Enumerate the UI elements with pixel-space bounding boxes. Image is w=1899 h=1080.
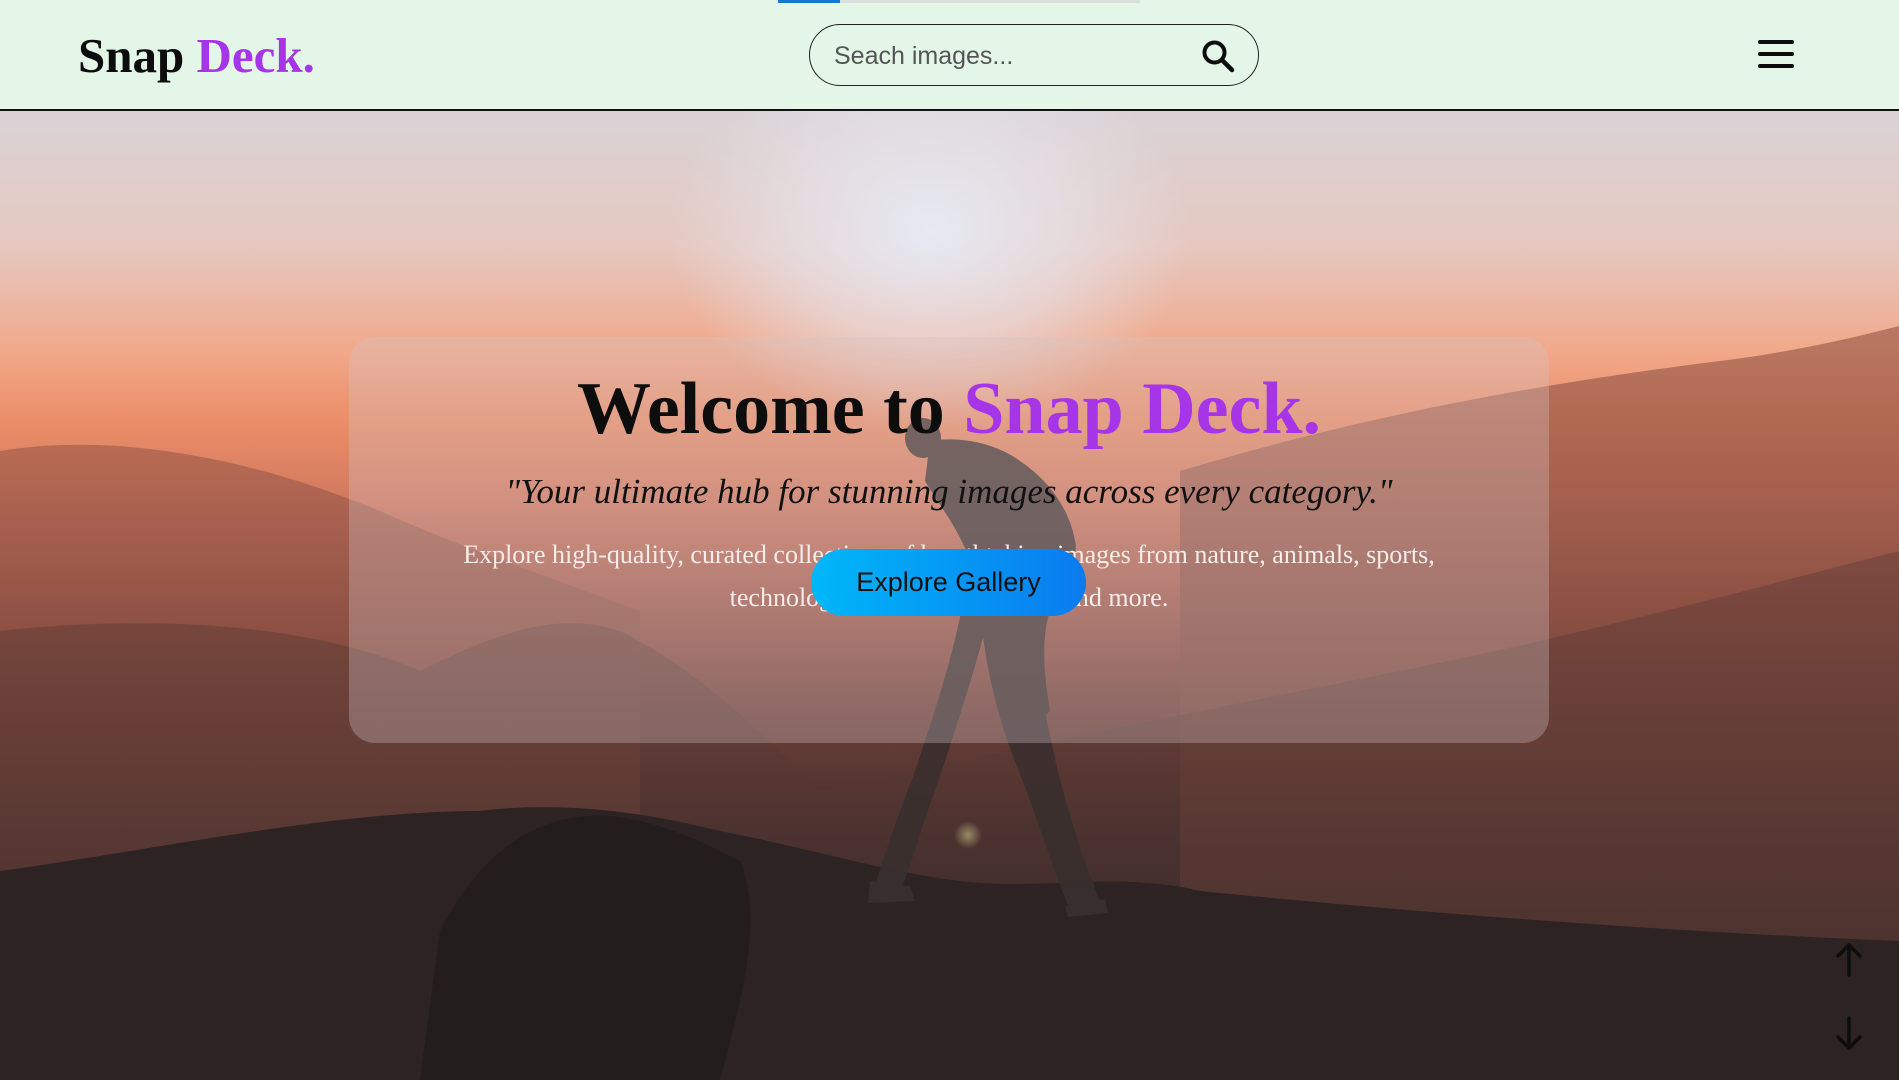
search-input[interactable] [832, 37, 1176, 75]
search-bar [809, 24, 1259, 86]
hamburger-menu-icon[interactable] [1757, 37, 1795, 71]
site-logo[interactable]: Snap Deck. [78, 28, 315, 84]
explore-gallery-button[interactable]: Explore Gallery [811, 549, 1086, 616]
hero-title-brand: Snap Deck. [963, 368, 1322, 450]
hero-section: Welcome to Snap Deck. "Your ultimate hub… [0, 111, 1899, 1080]
logo-text-primary: Snap [78, 28, 185, 83]
arrow-down-icon[interactable] [1829, 1014, 1869, 1054]
hero-tagline: "Your ultimate hub for stunning images a… [505, 472, 1393, 511]
hero-title: Welcome to Snap Deck. [349, 367, 1549, 451]
logo-text-accent: Deck. [196, 28, 315, 83]
top-navbar: Snap Deck. [0, 0, 1899, 111]
welcome-card: Welcome to Snap Deck. "Your ultimate hub… [349, 337, 1549, 743]
hero-title-prefix: Welcome to [576, 368, 945, 450]
explore-gallery-button-wrapper: Explore Gallery [811, 549, 1086, 616]
scroll-progress-fill [778, 0, 840, 3]
arrow-up-icon[interactable] [1829, 939, 1869, 979]
scroll-progress-bar [778, 0, 1140, 3]
search-icon[interactable] [1200, 38, 1236, 74]
